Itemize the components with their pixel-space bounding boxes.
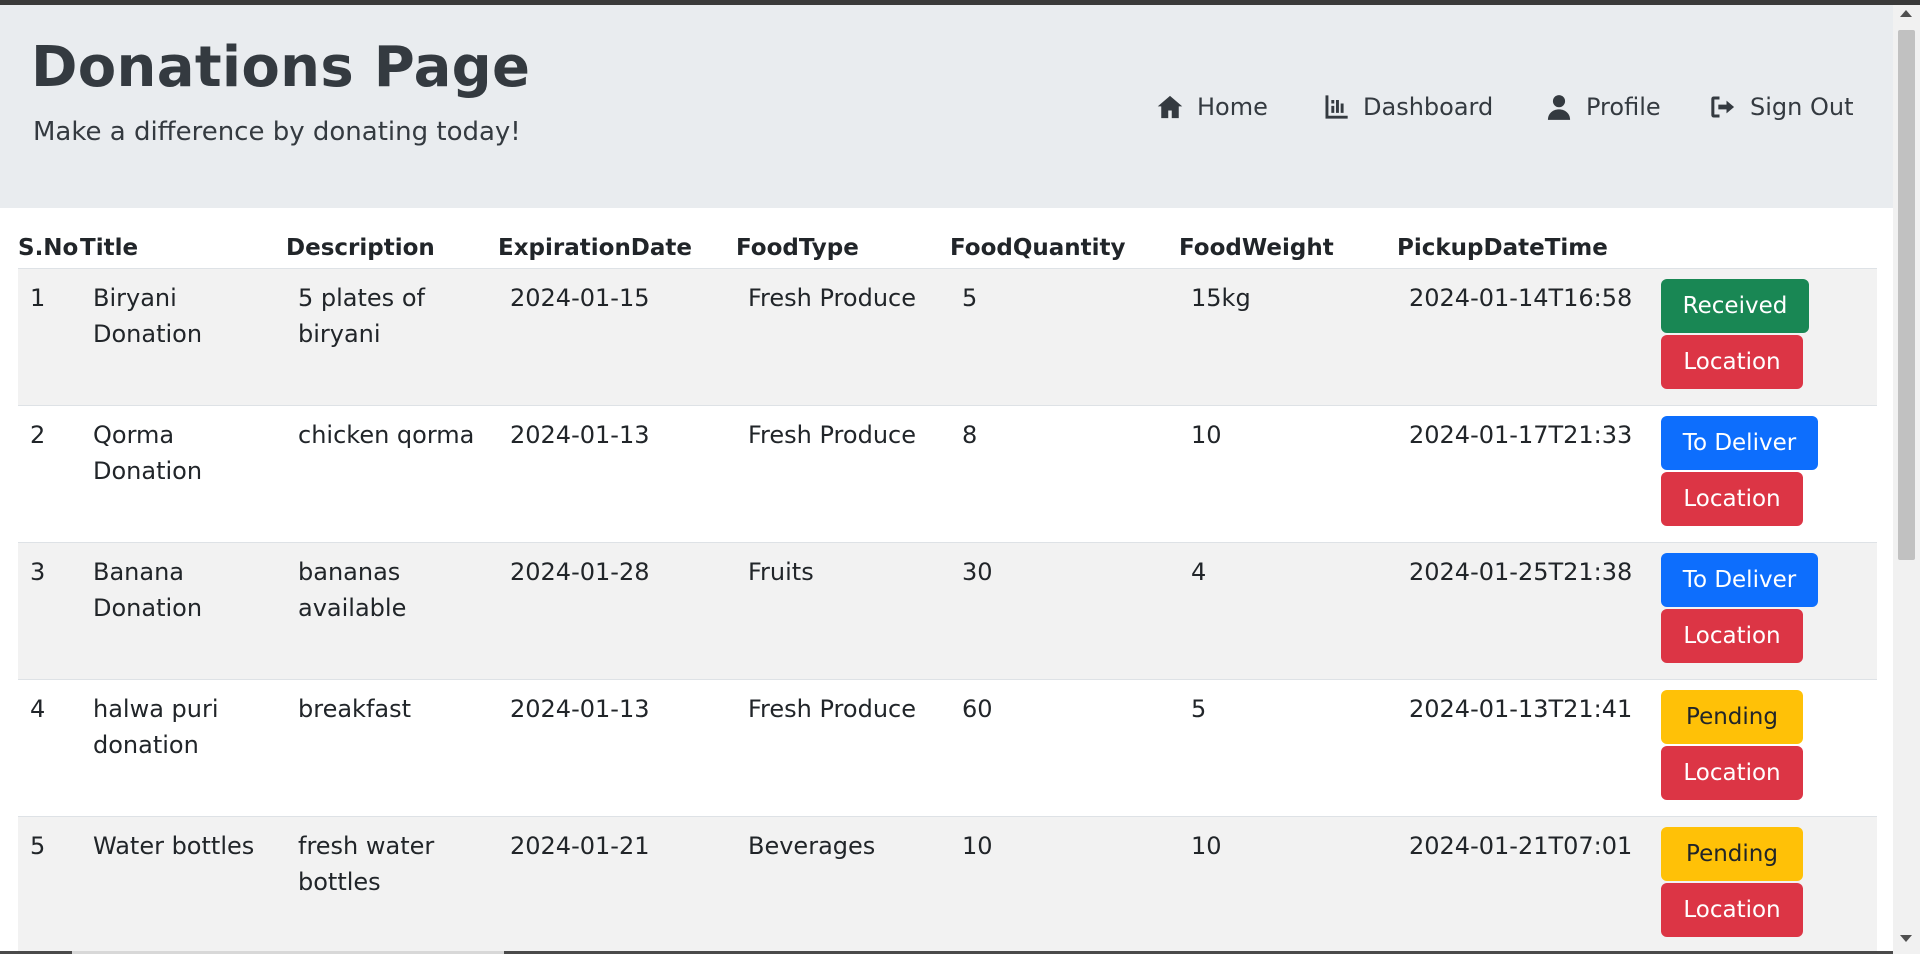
cell-weight: 10 — [1191, 420, 1222, 449]
cell-description: 5 plates of biryani — [298, 283, 425, 348]
cell-description: fresh water bottles — [298, 831, 435, 896]
cell-weight: 10 — [1191, 831, 1222, 860]
cell-sno: 3 — [30, 557, 46, 586]
cell-title: Water bottles — [93, 831, 255, 860]
cell-foodtype: Fruits — [748, 557, 814, 586]
cell-description: breakfast — [298, 694, 412, 723]
column-header-foodtype: FoodType — [736, 234, 859, 261]
cell-expiration: 2024-01-28 — [510, 557, 650, 586]
cell-description: bananas available — [298, 557, 407, 622]
cell-description: chicken qorma — [298, 420, 475, 449]
cell-quantity: 30 — [962, 557, 993, 586]
table-row: 1 Biryani Donation 5 plates of biryani 2… — [18, 268, 1877, 405]
cell-expiration: 2024-01-13 — [510, 420, 650, 449]
cell-sno: 2 — [30, 420, 46, 449]
cell-foodtype: Fresh Produce — [748, 283, 916, 312]
chart-icon — [1325, 95, 1348, 119]
donations-table-container: S.No Title Description ExpirationDate Fo… — [18, 228, 1877, 953]
cell-title: Banana Donation — [93, 557, 203, 622]
column-header-sno: S.No — [18, 234, 79, 261]
cell-pickup: 2024-01-13T21:41 — [1409, 694, 1633, 723]
cell-pickup: 2024-01-14T16:58 — [1409, 283, 1633, 312]
cell-actions: To Deliver Location — [1649, 405, 1877, 542]
cell-quantity: 5 — [962, 283, 978, 312]
nav-signout-link[interactable]: Sign Out — [1709, 93, 1854, 121]
sign-out-icon — [1711, 96, 1735, 118]
cell-weight: 15kg — [1191, 283, 1251, 312]
cell-sno: 1 — [30, 283, 46, 312]
cell-weight: 4 — [1191, 557, 1207, 586]
nav-profile-link[interactable]: Profile — [1545, 93, 1661, 121]
table-row: 4 halwa puri donation breakfast 2024-01-… — [18, 679, 1877, 816]
table-header-row: S.No Title Description ExpirationDate Fo… — [18, 228, 1877, 268]
cell-foodtype: Fresh Produce — [748, 694, 916, 723]
user-icon — [1547, 95, 1571, 120]
page-header: Donations Page Make a difference by dona… — [0, 5, 1893, 208]
cell-actions: To Deliver Location — [1649, 542, 1877, 679]
cell-pickup: 2024-01-21T07:01 — [1409, 831, 1633, 860]
location-button[interactable]: Location — [1661, 882, 1803, 937]
column-header-actions — [1649, 228, 1877, 268]
status-pending-button[interactable]: Pending — [1661, 826, 1803, 881]
status-to-deliver-button[interactable]: To Deliver — [1661, 415, 1818, 470]
column-header-expiration: ExpirationDate — [498, 234, 693, 261]
column-header-title: Title — [80, 234, 139, 261]
nav-profile-label: Profile — [1586, 93, 1661, 121]
nav-signout-label: Sign Out — [1750, 93, 1854, 121]
cell-actions: Pending Location — [1649, 679, 1877, 816]
column-header-description: Description — [286, 234, 435, 261]
cell-expiration: 2024-01-13 — [510, 694, 650, 723]
cell-quantity: 8 — [962, 420, 978, 449]
cell-foodtype: Beverages — [748, 831, 876, 860]
cell-expiration: 2024-01-21 — [510, 831, 650, 860]
cell-quantity: 60 — [962, 694, 993, 723]
cell-pickup: 2024-01-25T21:38 — [1409, 557, 1633, 586]
cell-title: halwa puri donation — [93, 694, 219, 759]
column-header-weight: FoodWeight — [1179, 234, 1334, 261]
cell-foodtype: Fresh Produce — [748, 420, 916, 449]
nav-home-label: Home — [1197, 93, 1268, 121]
cell-sno: 5 — [30, 831, 46, 860]
table-row: 3 Banana Donation bananas available 2024… — [18, 542, 1877, 679]
cell-actions: Received Location — [1649, 268, 1877, 405]
status-received-button[interactable]: Received — [1661, 278, 1809, 333]
cell-title: Qorma Donation — [93, 420, 203, 485]
table-row: 5 Water bottles fresh water bottles 2024… — [18, 816, 1877, 953]
nav-home-link[interactable]: Home — [1156, 93, 1268, 121]
cell-weight: 5 — [1191, 694, 1207, 723]
column-header-pickup: PickupDateTime — [1397, 234, 1608, 261]
location-button[interactable]: Location — [1661, 471, 1803, 526]
status-to-deliver-button[interactable]: To Deliver — [1661, 552, 1818, 607]
column-header-quantity: FoodQuantity — [950, 234, 1126, 261]
cell-sno: 4 — [30, 694, 46, 723]
table-row: 2 Qorma Donation chicken qorma 2024-01-1… — [18, 405, 1877, 542]
location-button[interactable]: Location — [1661, 334, 1803, 389]
home-icon — [1157, 95, 1183, 119]
nav-dashboard-label: Dashboard — [1363, 93, 1494, 121]
status-pending-button[interactable]: Pending — [1661, 689, 1803, 744]
location-button[interactable]: Location — [1661, 608, 1803, 663]
donations-table: S.No Title Description ExpirationDate Fo… — [18, 228, 1877, 953]
cell-quantity: 10 — [962, 831, 993, 860]
scroll-up-arrow-icon[interactable] — [1900, 10, 1912, 17]
page-title: Donations Page — [31, 35, 531, 100]
cell-title: Biryani Donation — [93, 283, 203, 348]
page-subtitle: Make a difference by donating today! — [33, 117, 521, 147]
cell-actions: Pending Location — [1649, 816, 1877, 953]
cell-pickup: 2024-01-17T21:33 — [1409, 420, 1633, 449]
location-button[interactable]: Location — [1661, 745, 1803, 800]
cell-expiration: 2024-01-15 — [510, 283, 650, 312]
scrollbar-thumb[interactable] — [1898, 30, 1915, 560]
scroll-down-arrow-icon[interactable] — [1900, 935, 1912, 942]
nav-dashboard-link[interactable]: Dashboard — [1322, 93, 1493, 121]
